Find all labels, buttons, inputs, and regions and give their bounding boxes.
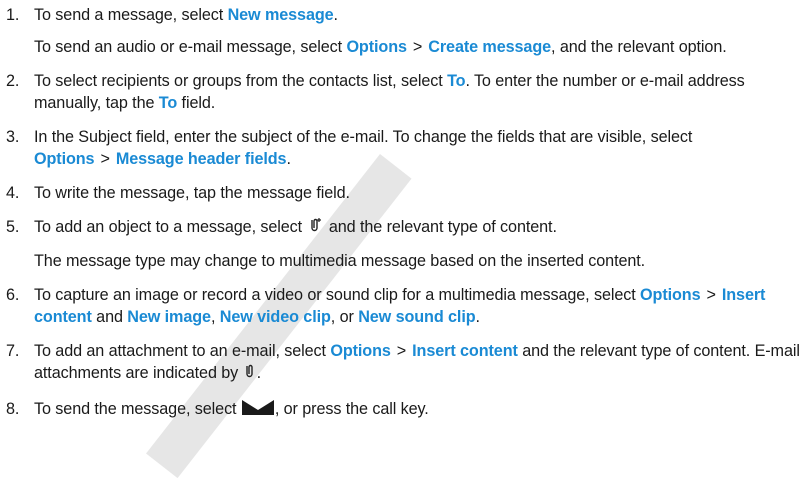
step-number: 1. [6, 6, 20, 24]
step-text: , or [330, 308, 359, 326]
menu-command: Insert content [412, 342, 518, 360]
menu-command: New sound clip [358, 308, 476, 326]
menu-command: New image [127, 308, 211, 326]
step-text: To capture an image or record a video or… [34, 286, 641, 304]
step-text: field. [177, 94, 216, 112]
step-text: To send the message, select [34, 400, 241, 418]
step-paragraph: To select recipients or groups from the … [34, 70, 808, 114]
step-text: To send an audio or e-mail message, sele… [34, 38, 347, 56]
step-body: To send a message, select New message. To… [34, 4, 812, 58]
list-item: 8. To send the message, select , or press… [6, 398, 812, 422]
step-body: In the Subject field, enter the subject … [34, 126, 812, 170]
step-paragraph: To write the message, tap the message fi… [34, 182, 808, 204]
step-text: . [333, 6, 339, 24]
step-paragraph: To send an audio or e-mail message, sele… [34, 36, 808, 58]
attach-plus-icon [306, 216, 324, 240]
step-body: To add an attachment to an e-mail, selec… [34, 340, 812, 386]
menu-command: Options [34, 150, 95, 168]
step-text: , or press the call key. [274, 400, 429, 418]
step-paragraph: To add an object to a message, select an… [34, 216, 808, 240]
step-paragraph: To send the message, select , or press t… [34, 398, 808, 422]
step-number: 8. [6, 400, 20, 418]
attachment-icon [243, 362, 257, 386]
menu-command: New video clip [219, 308, 331, 326]
step-body: To add an object to a message, select an… [34, 216, 812, 272]
step-number: 5. [6, 218, 20, 236]
step-number: 2. [6, 72, 20, 90]
menu-command: Create message [428, 38, 552, 56]
list-item: 2. To select recipients or groups from th… [6, 70, 812, 114]
step-text: To add an object to a message, select [34, 218, 307, 236]
step-paragraph: To add an attachment to an e-mail, selec… [34, 340, 808, 386]
step-text: To write the message, tap the message fi… [34, 184, 350, 202]
step-body: To select recipients or groups from the … [34, 70, 812, 114]
list-item: 4. To write the message, tap the message … [6, 182, 812, 204]
list-item: 5. To add an object to a message, select … [6, 216, 812, 272]
menu-path-separator: > [706, 286, 716, 304]
menu-path-separator: > [100, 150, 110, 168]
menu-path-separator: > [396, 342, 407, 360]
step-text: , and the relevant option. [551, 38, 727, 56]
list-item: 3. In the Subject field, enter the subjec… [6, 126, 812, 170]
menu-command: New message [227, 6, 334, 24]
step-text: and [91, 308, 128, 326]
step-text: To add an attachment to an e-mail, selec… [34, 342, 331, 360]
menu-command: Options [330, 342, 391, 360]
step-number: 7. [6, 342, 20, 360]
step-number: 4. [6, 184, 20, 202]
step-paragraph: In the Subject field, enter the subject … [34, 126, 808, 170]
step-text: . [256, 364, 262, 382]
step-text: and the relevant type of content. [324, 218, 557, 236]
step-paragraph: The message type may change to multimedi… [34, 250, 808, 272]
step-text: . [286, 150, 291, 168]
step-paragraph: To capture an image or record a video or… [34, 284, 808, 328]
step-body: To capture an image or record a video or… [34, 284, 812, 328]
menu-command: Options [640, 286, 701, 304]
step-text: To select recipients or groups from the … [34, 72, 448, 90]
step-text: In the Subject field, enter the subject … [34, 128, 693, 146]
menu-command: To [158, 94, 178, 112]
menu-command: Message header fields [115, 150, 287, 168]
step-text: To send a message, select [34, 6, 228, 24]
step-text: The message type may change to multimedi… [34, 252, 646, 270]
step-text: . [475, 308, 481, 326]
list-item: 7. To add an attachment to an e-mail, sel… [6, 340, 812, 386]
step-paragraph: To send a message, select New message. [34, 4, 808, 26]
menu-command: Options [346, 38, 407, 56]
menu-command: To [447, 72, 466, 90]
instruction-list: 1. To send a message, select New message.… [0, 4, 812, 422]
step-number: 6. [6, 286, 20, 304]
list-item: 1. To send a message, select New message.… [6, 4, 812, 58]
step-number: 3. [6, 128, 20, 146]
step-body: To write the message, tap the message fi… [34, 182, 812, 204]
step-body: To send the message, select , or press t… [34, 398, 812, 422]
envelope-icon [241, 398, 275, 422]
step-text: , [210, 308, 220, 326]
menu-path-separator: > [412, 38, 423, 56]
list-item: 6. To capture an image or record a video … [6, 284, 812, 328]
